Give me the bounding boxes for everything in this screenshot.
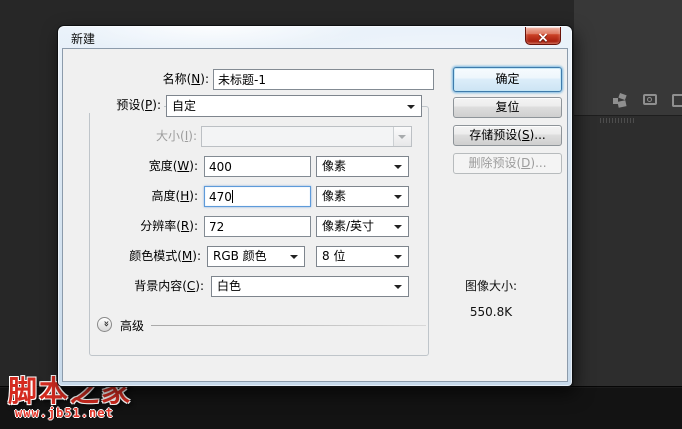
preset-label: 预设(P): [63, 98, 164, 113]
height-unit-select[interactable]: 像素 [316, 186, 409, 207]
height-input[interactable] [204, 186, 311, 207]
camera-icon[interactable] [643, 94, 657, 105]
chevron-down-icon [398, 135, 406, 139]
advanced-label: 高级 [120, 319, 145, 333]
save-preset-button[interactable]: 存储预设(S)... [453, 125, 562, 146]
chevron-down-icon [394, 165, 402, 169]
color-mode-label: 颜色模式(M): [129, 249, 201, 263]
dialog-title: 新建 [71, 32, 96, 46]
width-input[interactable] [204, 156, 311, 177]
resolution-label: 分辨率(R): [140, 219, 198, 233]
close-button[interactable]: × [525, 27, 561, 46]
chevron-down-icon [394, 285, 402, 289]
preset-select[interactable]: 自定 [166, 95, 422, 117]
resolution-input[interactable] [204, 216, 311, 237]
text-caret [232, 190, 233, 203]
resolution-unit-select[interactable]: 像素/英寸 [316, 216, 409, 237]
height-label: 高度(H): [151, 189, 198, 203]
close-icon: × [537, 30, 549, 46]
width-unit-select[interactable]: 像素 [316, 156, 409, 177]
width-label: 宽度(W): [148, 159, 198, 173]
bit-depth-select[interactable]: 8 位 [316, 246, 409, 267]
panel-grip-handle[interactable] [600, 118, 636, 123]
height-input-wrap [204, 186, 311, 207]
options-bar [574, 0, 682, 116]
photoshop-screen: 脚本之家 www.jb51.net 新建 × 名称(N): 确定 复位 存储预设… [0, 0, 682, 429]
name-label: 名称(N): [162, 72, 209, 86]
chevron-down-icon [407, 105, 415, 109]
size-select [201, 126, 412, 147]
panel-icon[interactable] [672, 94, 682, 107]
advanced-expander-button[interactable]: » [97, 317, 112, 332]
double-chevron-down-icon: » [100, 320, 112, 327]
advanced-divider [151, 325, 426, 326]
photoshop-panel-background [574, 0, 682, 388]
image-size-value: 550.8K [469, 305, 513, 319]
ok-button[interactable]: 确定 [453, 67, 562, 92]
dialog-body: 名称(N): 确定 复位 存储预设(S)... 删除预设(D)... 预设(P)… [62, 48, 568, 382]
reset-button[interactable]: 复位 [453, 97, 562, 118]
image-size-label: 图像大小: [464, 279, 518, 293]
background-contents-select[interactable]: 白色 [211, 276, 409, 297]
chevron-down-icon [394, 255, 402, 259]
image-size-readout: 图像大小: 550.8K [431, 277, 551, 319]
color-mode-select[interactable]: RGB 颜色 [207, 246, 305, 267]
chevron-down-icon [394, 195, 402, 199]
name-input[interactable] [213, 69, 434, 90]
size-label: 大小(I): [156, 129, 197, 143]
bridge-launch-icon[interactable] [613, 92, 627, 108]
watermark-site-url: www.jb51.net [15, 406, 114, 420]
delete-preset-button: 删除预设(D)... [453, 153, 562, 174]
new-document-dialog: 新建 × 名称(N): 确定 复位 存储预设(S)... 删除预设(D)... … [58, 26, 572, 386]
chevron-down-icon [290, 255, 298, 259]
background-contents-label: 背景内容(C): [134, 279, 204, 293]
chevron-down-icon [394, 225, 402, 229]
